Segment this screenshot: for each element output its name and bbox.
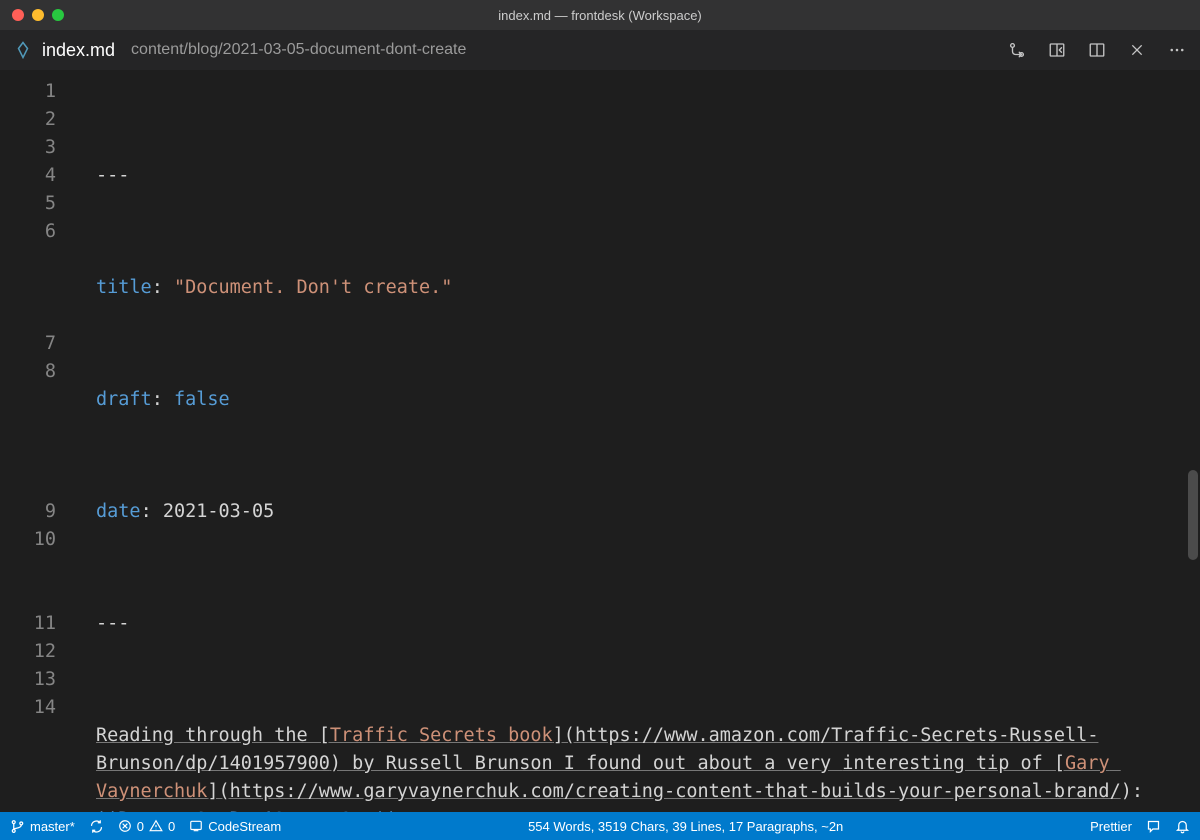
close-window-button[interactable]	[12, 9, 24, 21]
line-number	[0, 554, 56, 582]
line-number: 7	[0, 330, 56, 358]
line-number	[0, 442, 56, 470]
more-actions-icon[interactable]	[1168, 41, 1186, 59]
line-number	[0, 274, 56, 302]
maximize-window-button[interactable]	[52, 9, 64, 21]
line-number: 4	[0, 162, 56, 190]
line-number	[0, 750, 56, 778]
fm-key-title: title	[96, 277, 152, 298]
line-number: 5	[0, 190, 56, 218]
codestream-status[interactable]: CodeStream	[189, 819, 281, 834]
fm-val-date: 2021-03-05	[163, 501, 274, 522]
statusbar: master* 0 0 CodeStream 554 Words, 3519 C…	[0, 812, 1200, 840]
window-title: index.md — frontdesk (Workspace)	[0, 8, 1200, 23]
git-branch-status[interactable]: master*	[10, 819, 75, 834]
code-content[interactable]: --- title: "Document. Don't create." dra…	[96, 78, 1176, 812]
line-number	[0, 470, 56, 498]
line-number	[0, 386, 56, 414]
close-tab-icon[interactable]	[1128, 41, 1146, 59]
wordcount-status[interactable]: 554 Words, 3519 Chars, 39 Lines, 17 Para…	[528, 819, 843, 834]
line-number-gutter: 1 2 3 4 5 6 7 8 9 10 11 12 13 14	[0, 70, 72, 812]
prettier-label: Prettier	[1090, 819, 1132, 834]
traffic-lights	[12, 9, 64, 21]
markdown-file-icon	[14, 41, 32, 59]
titlebar: index.md — frontdesk (Workspace)	[0, 0, 1200, 30]
tab-filename[interactable]: index.md	[42, 40, 115, 61]
paragraph-line-6: Reading through the [Traffic Secrets boo…	[96, 722, 1176, 812]
tab-filepath: content/blog/2021-03-05-document-dont-cr…	[131, 41, 466, 59]
sync-changes-button[interactable]	[89, 819, 104, 834]
line-number	[0, 778, 56, 806]
fm-val-title: "Document. Don't create."	[174, 277, 452, 298]
open-preview-side-icon[interactable]	[1048, 41, 1066, 59]
code-editor[interactable]: 1 2 3 4 5 6 7 8 9 10 11 12 13 14 --- tit…	[0, 70, 1200, 812]
branch-name: master*	[30, 819, 75, 834]
line-number	[0, 302, 56, 330]
wordcount-text: 554 Words, 3519 Chars, 39 Lines, 17 Para…	[528, 819, 843, 834]
line-number: 6	[0, 218, 56, 246]
line-number: 1	[0, 78, 56, 106]
line-number: 11	[0, 610, 56, 638]
fm-key-date: date	[96, 501, 141, 522]
feedback-icon[interactable]	[1146, 819, 1161, 834]
codestream-label: CodeStream	[208, 819, 281, 834]
line-number	[0, 582, 56, 610]
warning-count: 0	[168, 819, 175, 834]
line-number: 13	[0, 666, 56, 694]
line-number	[0, 722, 56, 750]
line-number: 9	[0, 498, 56, 526]
fm-val-draft: false	[174, 389, 230, 410]
minimize-window-button[interactable]	[32, 9, 44, 21]
scrollbar-thumb[interactable]	[1188, 470, 1198, 560]
source-control-compare-icon[interactable]	[1008, 41, 1026, 59]
frontmatter-close: ---	[96, 613, 129, 634]
line-number: 3	[0, 134, 56, 162]
frontmatter-open: ---	[96, 165, 129, 186]
line-number: 8	[0, 358, 56, 386]
line-number: 14	[0, 694, 56, 722]
line-number: 12	[0, 638, 56, 666]
line-number: 2	[0, 106, 56, 134]
line-number	[0, 414, 56, 442]
split-editor-icon[interactable]	[1088, 41, 1106, 59]
fm-key-draft: draft	[96, 389, 152, 410]
error-count: 0	[137, 819, 144, 834]
tab-actions	[1008, 41, 1186, 59]
line-number	[0, 246, 56, 274]
problems-status[interactable]: 0 0	[118, 819, 175, 834]
prettier-status[interactable]: Prettier	[1090, 819, 1132, 834]
notifications-icon[interactable]	[1175, 819, 1190, 834]
line-number: 10	[0, 526, 56, 554]
editor-tabbar: index.md content/blog/2021-03-05-documen…	[0, 30, 1200, 70]
